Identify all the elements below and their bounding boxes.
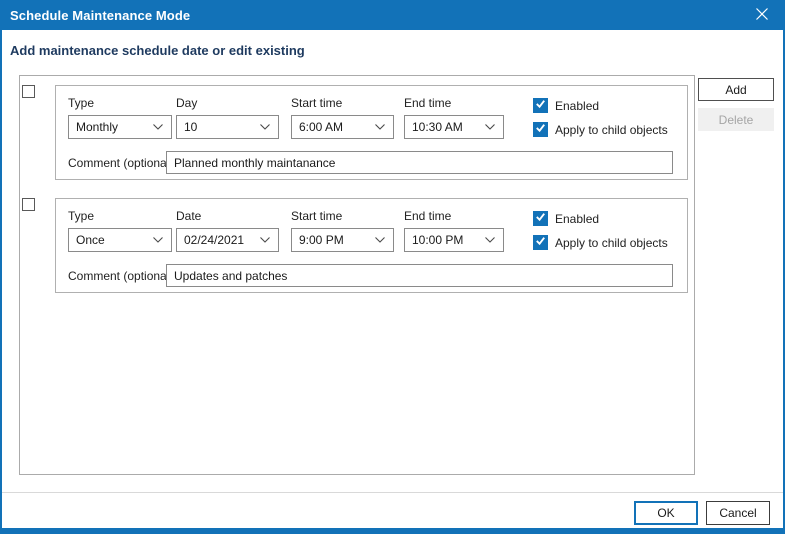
apply-to-child-objects-checkbox[interactable] <box>533 235 548 250</box>
apply-to-child-objects-label: Apply to child objects <box>555 123 668 137</box>
delete-button[interactable]: Delete <box>698 108 774 131</box>
chevron-down-icon <box>260 237 270 243</box>
end-time-label: End time <box>404 209 451 223</box>
check-icon <box>534 210 547 228</box>
start-time-label: Start time <box>291 96 342 110</box>
cancel-button[interactable]: Cancel <box>706 501 770 525</box>
add-button[interactable]: Add <box>698 78 774 101</box>
date-label: Date <box>176 209 201 223</box>
day-select-value: 10 <box>184 120 260 134</box>
page-title: Add maintenance schedule date or edit ex… <box>10 43 305 58</box>
apply-to-child-objects-checkbox[interactable] <box>533 122 548 137</box>
ok-button[interactable]: OK <box>634 501 698 525</box>
check-icon <box>534 234 547 252</box>
chevron-down-icon <box>260 124 270 130</box>
start-time-select-value: 6:00 AM <box>299 120 375 134</box>
date-select[interactable]: 02/24/2021 <box>176 228 279 252</box>
close-button[interactable] <box>753 7 771 23</box>
start-time-label: Start time <box>291 209 342 223</box>
comment-label: Comment (optional): <box>68 156 177 170</box>
enabled-checkbox-label: Enabled <box>555 212 599 226</box>
enabled-checkbox[interactable] <box>533 211 548 226</box>
end-time-select-value: 10:30 AM <box>412 120 485 134</box>
dialog-border-bottom <box>0 528 785 534</box>
check-icon <box>534 121 547 139</box>
type-select[interactable]: Once <box>68 228 172 252</box>
start-time-select[interactable]: 9:00 PM <box>291 228 394 252</box>
date-select-value: 02/24/2021 <box>184 233 260 247</box>
chevron-down-icon <box>485 124 495 130</box>
type-select[interactable]: Monthly <box>68 115 172 139</box>
end-time-select-value: 10:00 PM <box>412 233 485 247</box>
end-time-select[interactable]: 10:00 PM <box>404 228 504 252</box>
schedule-row-0: Type Day Start time End time Monthly 10 … <box>55 85 688 180</box>
type-label: Type <box>68 96 94 110</box>
type-select-value: Monthly <box>76 120 153 134</box>
comment-input[interactable] <box>166 151 673 174</box>
chevron-down-icon <box>153 124 163 130</box>
schedule-row-1: Type Date Start time End time Once 02/24… <box>55 198 688 293</box>
comment-input[interactable] <box>166 264 673 287</box>
chevron-down-icon <box>375 124 385 130</box>
close-icon <box>756 8 768 23</box>
footer-divider <box>2 492 783 493</box>
apply-to-child-objects-label: Apply to child objects <box>555 236 668 250</box>
type-label: Type <box>68 209 94 223</box>
day-select[interactable]: 10 <box>176 115 279 139</box>
end-time-label: End time <box>404 96 451 110</box>
titlebar: Schedule Maintenance Mode <box>0 0 785 30</box>
enabled-checkbox-label: Enabled <box>555 99 599 113</box>
start-time-select[interactable]: 6:00 AM <box>291 115 394 139</box>
dialog-border-left <box>0 0 2 534</box>
chevron-down-icon <box>153 237 163 243</box>
check-icon <box>534 97 547 115</box>
type-select-value: Once <box>76 233 153 247</box>
start-time-select-value: 9:00 PM <box>299 233 375 247</box>
end-time-select[interactable]: 10:30 AM <box>404 115 504 139</box>
dialog-title: Schedule Maintenance Mode <box>10 8 190 23</box>
schedule-maintenance-dialog: Schedule Maintenance Mode Add maintenanc… <box>0 0 785 534</box>
chevron-down-icon <box>375 237 385 243</box>
schedule-row-0-select-checkbox[interactable] <box>22 85 35 98</box>
day-label: Day <box>176 96 197 110</box>
comment-label: Comment (optional): <box>68 269 177 283</box>
enabled-checkbox[interactable] <box>533 98 548 113</box>
schedule-row-1-select-checkbox[interactable] <box>22 198 35 211</box>
chevron-down-icon <box>485 237 495 243</box>
